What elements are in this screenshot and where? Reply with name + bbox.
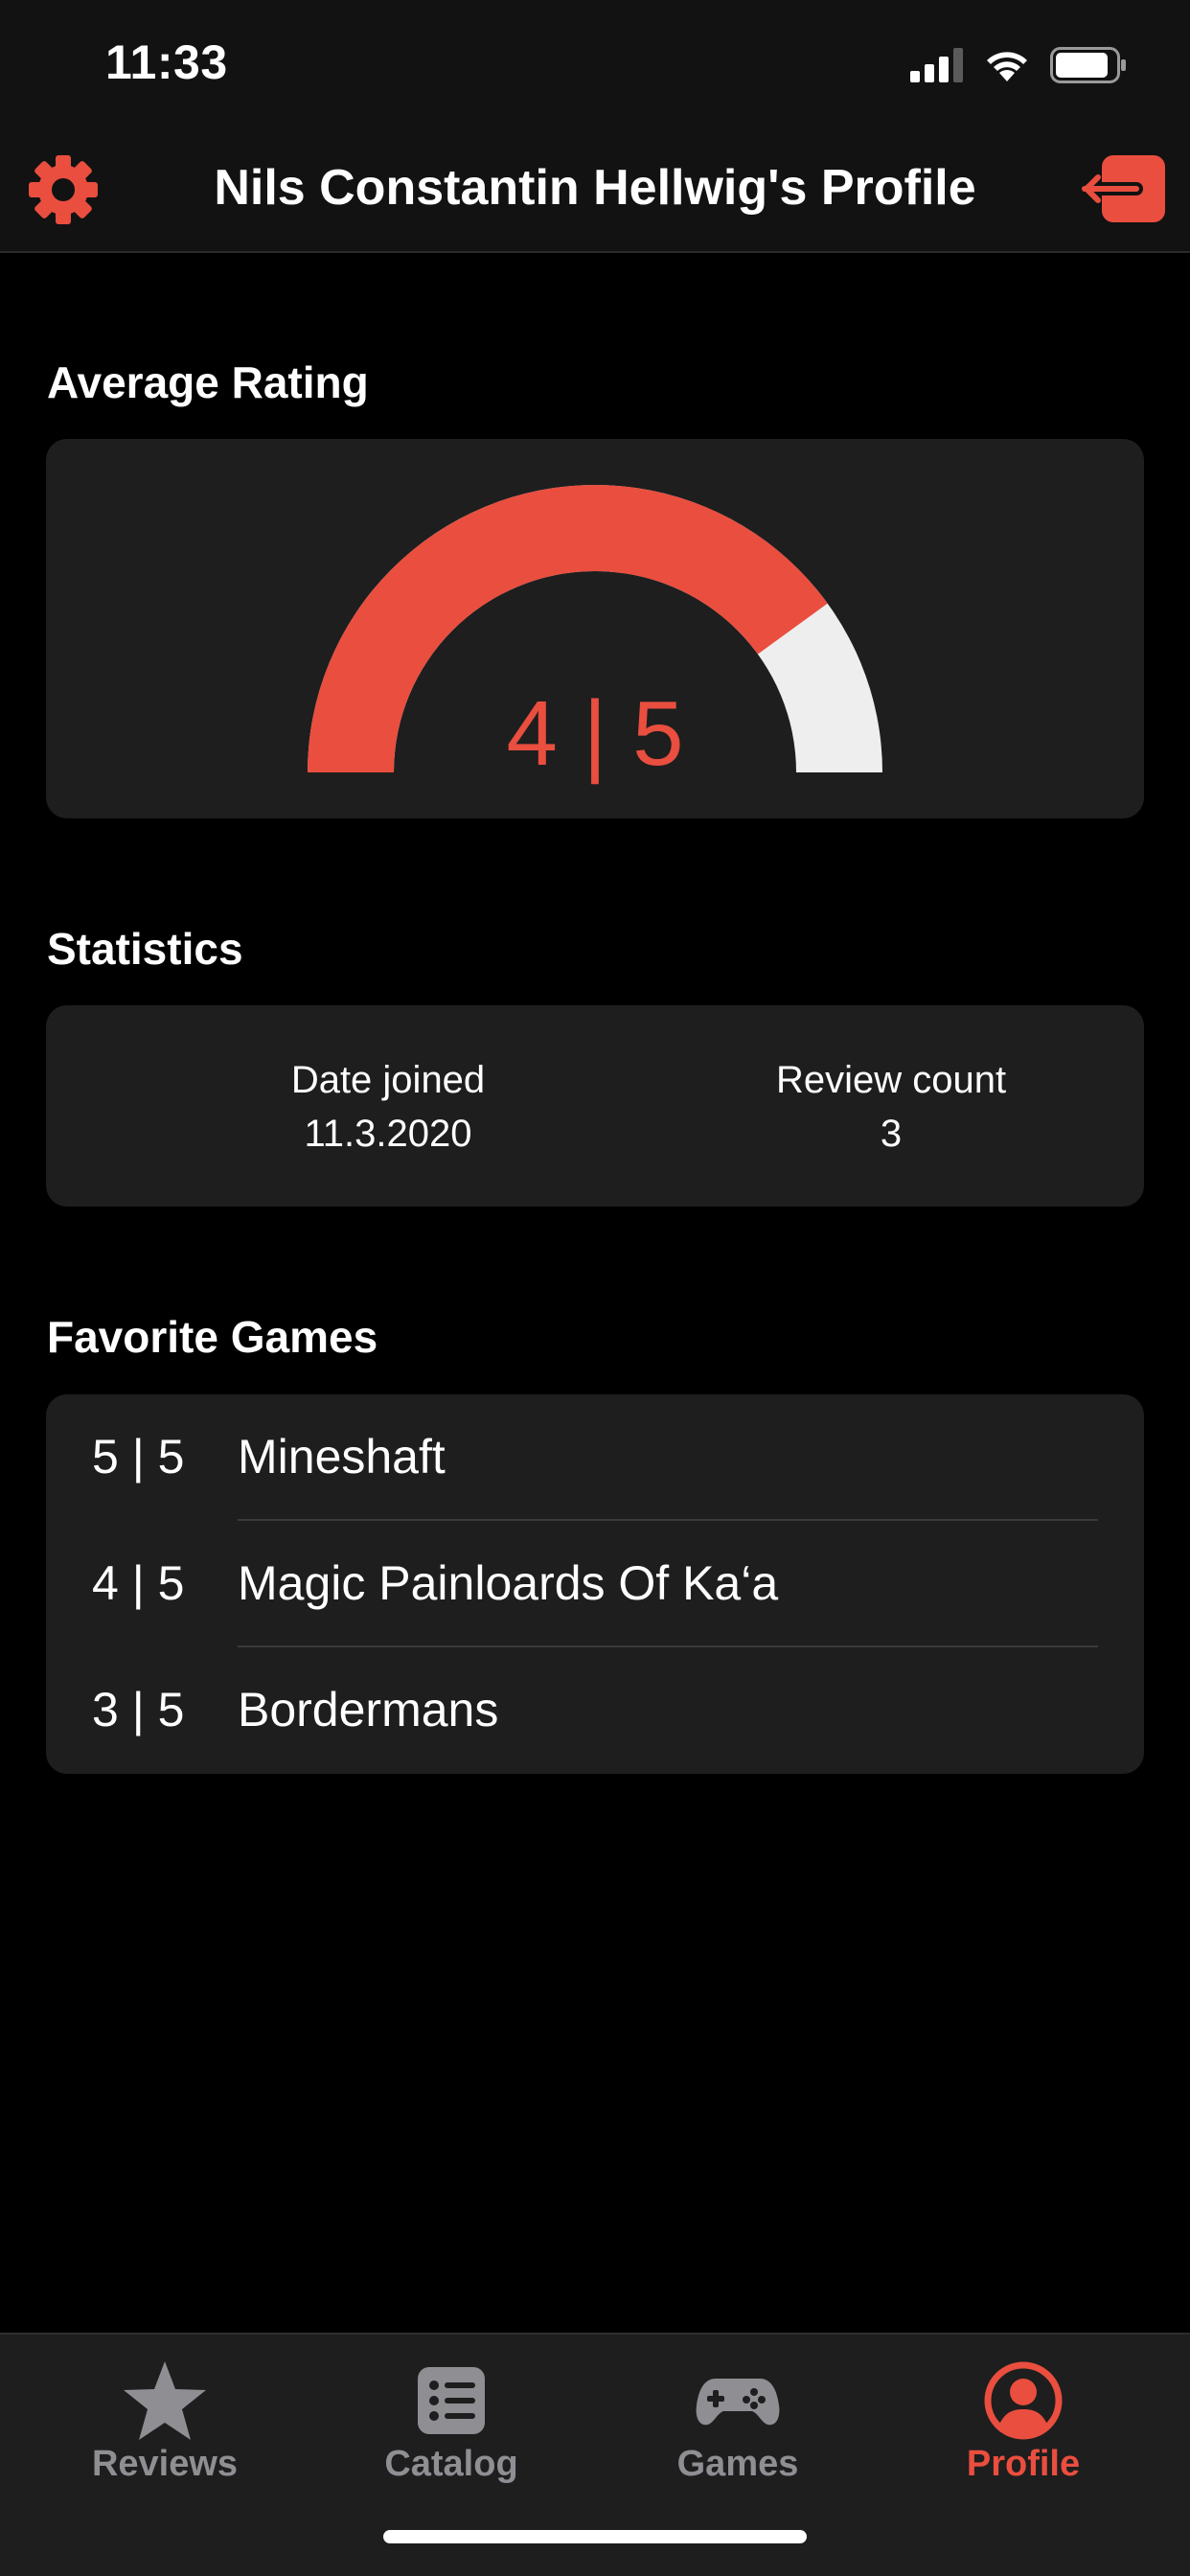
wifi-icon bbox=[987, 52, 1027, 81]
rating-gauge: 4 | 5 bbox=[308, 485, 882, 785]
favorite-game-row[interactable]: 4 | 5 Magic Painloards Of Ka‘a bbox=[46, 1521, 1144, 1647]
tab-catalog[interactable]: Catalog bbox=[308, 2348, 595, 2501]
tab-label: Games bbox=[676, 2444, 799, 2484]
page-title: Nils Constantin Hellwig's Profile bbox=[214, 160, 976, 216]
navigation-header: Nils Constantin Hellwig's Profile bbox=[0, 126, 1190, 253]
favorite-games-title: Favorite Games bbox=[47, 1312, 378, 1362]
tab-games[interactable]: Games bbox=[594, 2348, 881, 2501]
review-count-value: 3 bbox=[880, 1113, 903, 1155]
game-name: Mineshaft bbox=[238, 1430, 446, 1484]
battery-icon bbox=[1050, 47, 1126, 83]
favorite-games-list: 5 | 5 Mineshaft 4 | 5 Magic Painloards O… bbox=[46, 1394, 1144, 1774]
favorite-game-row[interactable]: 3 | 5 Bordermans bbox=[46, 1647, 1144, 1774]
list-icon bbox=[418, 2367, 485, 2434]
review-count-stat: Review count 3 bbox=[699, 1053, 1083, 1161]
game-name: Magic Painloards Of Ka‘a bbox=[238, 1556, 779, 1610]
star-icon bbox=[124, 2361, 206, 2440]
statistics-title: Statistics bbox=[47, 924, 243, 974]
logout-icon bbox=[1078, 155, 1165, 222]
favorite-game-row[interactable]: 5 | 5 Mineshaft bbox=[46, 1394, 1144, 1521]
statistics-card: Date joined 11.3.2020 Review count 3 bbox=[46, 1005, 1144, 1207]
average-rating-title: Average Rating bbox=[47, 357, 369, 407]
status-bar: 11:33 bbox=[0, 0, 1190, 126]
profile-icon bbox=[984, 2361, 1063, 2440]
logout-button[interactable] bbox=[1078, 155, 1165, 222]
date-joined-value: 11.3.2020 bbox=[304, 1113, 472, 1155]
status-time: 11:33 bbox=[105, 35, 228, 89]
game-name: Bordermans bbox=[238, 1683, 499, 1736]
tab-reviews[interactable]: Reviews bbox=[21, 2348, 309, 2501]
profile-screen: 11:33 Nils Constantin Hellwig's Profile … bbox=[0, 0, 1190, 2576]
rating-value: 4 | 5 bbox=[506, 682, 683, 785]
home-indicator bbox=[383, 2530, 807, 2543]
tab-profile[interactable]: Profile bbox=[880, 2348, 1167, 2501]
tab-label: Profile bbox=[966, 2444, 1081, 2484]
game-rating: 5 | 5 bbox=[92, 1430, 185, 1484]
average-rating-card: 4 | 5 bbox=[46, 439, 1144, 818]
game-rating: 3 | 5 bbox=[92, 1683, 185, 1736]
gamepad-icon bbox=[696, 2379, 780, 2426]
tab-label: Catalog bbox=[384, 2444, 518, 2484]
tab-label: Reviews bbox=[91, 2444, 239, 2484]
date-joined-label: Date joined bbox=[290, 1059, 486, 1101]
game-rating: 4 | 5 bbox=[92, 1556, 185, 1610]
date-joined-stat: Date joined 11.3.2020 bbox=[196, 1053, 580, 1161]
signal-icon bbox=[910, 48, 963, 82]
review-count-label: Review count bbox=[775, 1059, 1007, 1101]
status-icons bbox=[910, 46, 1127, 84]
